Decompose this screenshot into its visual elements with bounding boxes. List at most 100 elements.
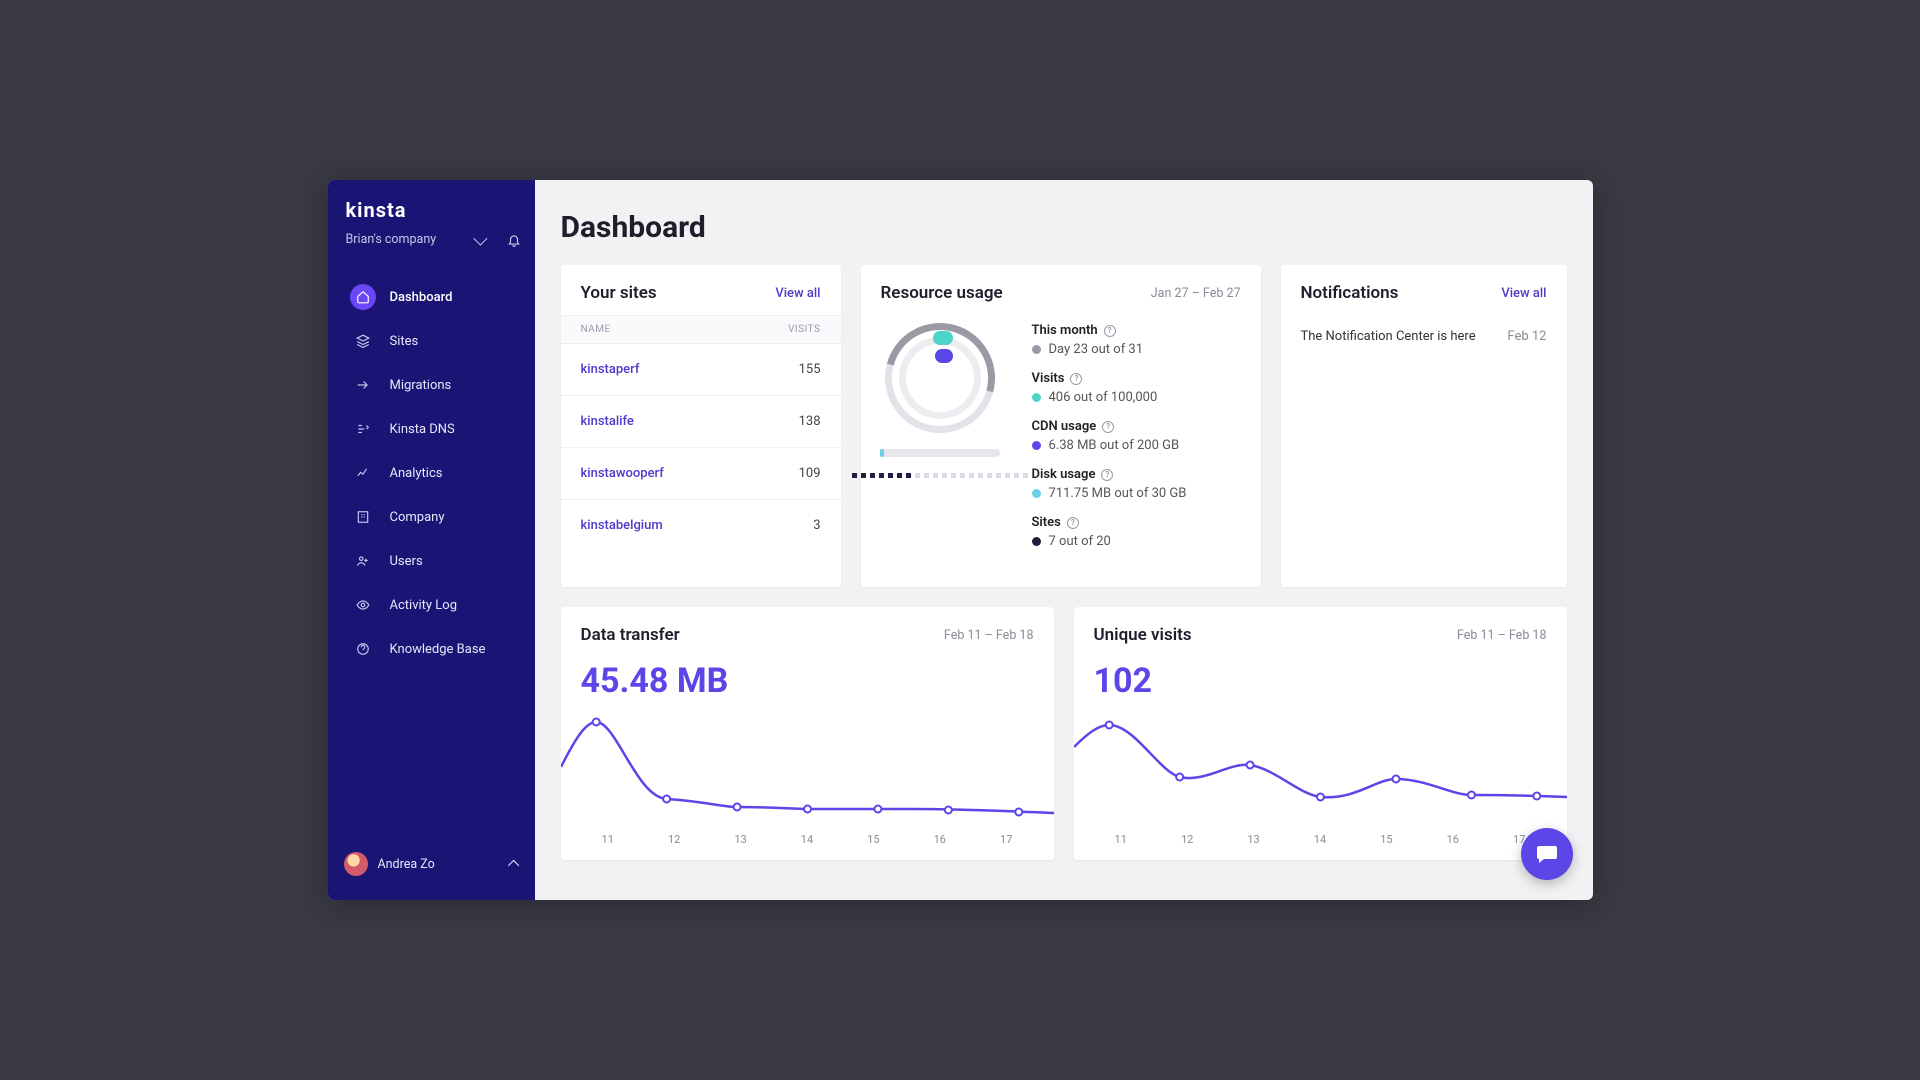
info-icon[interactable]: ? — [1104, 325, 1116, 337]
card-title: Notifications — [1301, 283, 1399, 303]
stat-label: This month — [1032, 323, 1098, 338]
analytics-icon — [350, 460, 376, 486]
tick: 12 — [1181, 833, 1193, 846]
site-name: kinstawooperf — [581, 466, 664, 481]
table-row[interactable]: kinstaperf 155 — [561, 344, 841, 396]
date-range: Jan 27 – Feb 27 — [1151, 286, 1241, 301]
line-chart — [1074, 707, 1567, 827]
view-all-link[interactable]: View all — [1501, 286, 1546, 301]
sidebar-item-sites[interactable]: Sites — [338, 319, 525, 363]
disk-bar — [880, 449, 1000, 457]
tick: 11 — [602, 833, 614, 846]
avatar — [344, 852, 368, 876]
bell-icon[interactable] — [507, 233, 521, 247]
stat-value: 7 out of 20 — [1049, 534, 1111, 549]
sidebar-item-kb[interactable]: Knowledge Base — [338, 627, 525, 671]
col-visits: VISITS — [788, 324, 820, 335]
help-icon — [350, 636, 376, 662]
tick: 11 — [1115, 833, 1127, 846]
stat-label: Visits — [1032, 371, 1065, 386]
sidebar-item-label: Analytics — [390, 466, 443, 481]
card-title: Your sites — [581, 283, 657, 303]
data-transfer-card: Data transfer Feb 11 – Feb 18 45.48 MB — [561, 607, 1054, 860]
table-row[interactable]: kinstabelgium 3 — [561, 500, 841, 551]
table-header: NAME VISITS — [561, 315, 841, 344]
sidebar-item-company[interactable]: Company — [338, 495, 525, 539]
metric-value: 45.48 MB — [561, 657, 1054, 707]
table-row[interactable]: kinstawooperf 109 — [561, 448, 841, 500]
tick: 13 — [1247, 833, 1259, 846]
sidebar-item-migrations[interactable]: Migrations — [338, 363, 525, 407]
info-icon[interactable]: ? — [1101, 469, 1113, 481]
sidebar-item-users[interactable]: Users — [338, 539, 525, 583]
card-title: Resource usage — [881, 283, 1003, 303]
company-name: Brian's company — [346, 232, 437, 247]
sidebar-item-label: Users — [390, 554, 423, 569]
line-chart — [561, 707, 1054, 827]
stat-value: 406 out of 100,000 — [1049, 390, 1158, 405]
dot-icon — [1032, 441, 1041, 450]
x-axis: 11 12 13 14 15 16 17 — [1074, 827, 1567, 850]
sidebar-nav: Dashboard Sites Migrations Kinsta DNS — [328, 269, 535, 671]
tick: 14 — [1314, 833, 1326, 846]
user-menu[interactable]: Andrea Zo — [328, 842, 535, 886]
table-row[interactable]: kinstalife 138 — [561, 396, 841, 448]
sites-bar — [852, 473, 1028, 478]
sidebar-item-analytics[interactable]: Analytics — [338, 451, 525, 495]
notification-item[interactable]: The Notification Center is here Feb 12 — [1281, 315, 1567, 358]
main-content: Dashboard Your sites View all NAME VISIT… — [535, 180, 1593, 900]
site-name: kinstalife — [581, 414, 634, 429]
notification-text: The Notification Center is here — [1301, 329, 1476, 344]
tick: 16 — [1447, 833, 1459, 846]
dot-icon — [1032, 393, 1041, 402]
info-icon[interactable]: ? — [1067, 517, 1079, 529]
usage-gauge — [885, 323, 995, 433]
sidebar-item-label: Knowledge Base — [390, 642, 486, 657]
card-title: Data transfer — [581, 625, 680, 645]
sidebar-item-label: Activity Log — [390, 598, 458, 613]
chevron-up-icon — [507, 860, 518, 871]
stat-label: Disk usage — [1032, 467, 1096, 482]
page-title: Dashboard — [561, 210, 1567, 245]
chat-button[interactable] — [1521, 828, 1573, 880]
stat-label: CDN usage — [1032, 419, 1097, 434]
view-all-link[interactable]: View all — [775, 286, 820, 301]
migrate-icon — [350, 372, 376, 398]
card-title: Unique visits — [1094, 625, 1192, 645]
company-selector[interactable]: Brian's company — [328, 232, 535, 269]
sidebar-item-label: Sites — [390, 334, 419, 349]
sidebar-item-label: Kinsta DNS — [390, 422, 455, 437]
stat-value: 6.38 MB out of 200 GB — [1049, 438, 1180, 453]
unique-visits-card: Unique visits Feb 11 – Feb 18 102 — [1074, 607, 1567, 860]
building-icon — [350, 504, 376, 530]
home-icon — [350, 284, 376, 310]
sidebar-item-activity[interactable]: Activity Log — [338, 583, 525, 627]
tick: 12 — [668, 833, 680, 846]
users-icon — [350, 548, 376, 574]
tick: 14 — [801, 833, 813, 846]
stat-value: 711.75 MB out of 30 GB — [1049, 486, 1187, 501]
col-name: NAME — [581, 324, 611, 335]
info-icon[interactable]: ? — [1070, 373, 1082, 385]
chevron-down-icon — [473, 231, 487, 245]
site-visits: 138 — [799, 414, 821, 429]
info-icon[interactable]: ? — [1102, 421, 1114, 433]
tick: 16 — [934, 833, 946, 846]
date-range: Feb 11 – Feb 18 — [1457, 628, 1547, 643]
dot-icon — [1032, 489, 1041, 498]
tick: 17 — [1000, 833, 1012, 846]
date-range: Feb 11 – Feb 18 — [944, 628, 1034, 643]
site-visits: 109 — [799, 466, 821, 481]
notifications-card: Notifications View all The Notification … — [1281, 265, 1567, 587]
tick: 15 — [1380, 833, 1392, 846]
brand-logo: kinsta — [328, 198, 535, 232]
dot-icon — [1032, 345, 1041, 354]
site-name: kinstabelgium — [581, 518, 663, 533]
sidebar-item-dashboard[interactable]: Dashboard — [338, 275, 525, 319]
resource-usage-card: Resource usage Jan 27 – Feb 27 — [861, 265, 1261, 587]
sidebar-item-dns[interactable]: Kinsta DNS — [338, 407, 525, 451]
layers-icon — [350, 328, 376, 354]
dot-icon — [1032, 537, 1041, 546]
user-name: Andrea Zo — [378, 857, 435, 872]
site-visits: 3 — [813, 518, 820, 533]
